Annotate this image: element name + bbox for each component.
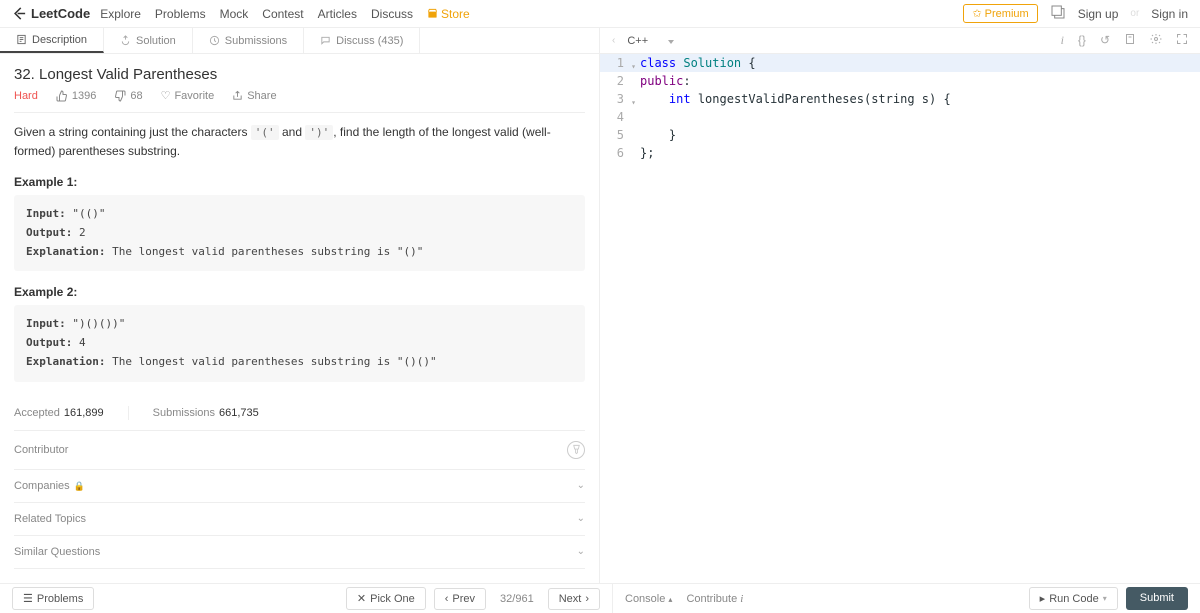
chevron-down-icon: ⌄ (577, 546, 585, 557)
problem-title: 32. Longest Valid Parentheses (14, 66, 585, 83)
problem-description: Given a string containing just the chara… (14, 123, 585, 161)
play-icon: ▸ (1040, 592, 1046, 605)
submit-button[interactable]: Submit (1126, 587, 1188, 610)
tab-bar: Description Solution Submissions Discuss… (0, 28, 1200, 54)
nav-problems[interactable]: Problems (155, 7, 206, 21)
share-button[interactable]: Share (232, 90, 276, 102)
chevron-down-icon: ▾ (1103, 594, 1107, 603)
nav-right: ✩ Premium Sign up or Sign in (963, 4, 1188, 23)
companies-row[interactable]: Companies🔒 ⌄ (14, 470, 585, 503)
problem-meta: Hard 1396 68 ♡ Favorite Share (14, 89, 585, 113)
editor-icons: i {} ↺ (1061, 33, 1200, 48)
code-char1: '(' (251, 125, 279, 140)
nav-mock[interactable]: Mock (220, 7, 249, 21)
chevron-left-icon: ‹ (445, 593, 449, 605)
example1-block: Input: "(()" Output: 2 Explanation: The … (14, 195, 585, 271)
lock-icon: 🔒 (74, 481, 85, 491)
similar-questions-row[interactable]: Similar Questions ⌄ (14, 536, 585, 569)
signup-link[interactable]: Sign up (1078, 7, 1119, 21)
heart-icon: ♡ (161, 89, 171, 102)
tab-solution[interactable]: Solution (104, 28, 193, 53)
example2-label: Example 2: (14, 285, 585, 299)
nav-explore[interactable]: Explore (100, 7, 141, 21)
chevron-down-icon: ⌄ (577, 513, 585, 524)
brand-text: LeetCode (31, 6, 90, 21)
difficulty-badge: Hard (14, 90, 38, 102)
problems-button[interactable]: ☰ Problems (12, 587, 94, 610)
submissions-count: 661,735 (219, 407, 259, 419)
separator: or (1130, 8, 1139, 19)
playground-icon[interactable] (1050, 4, 1066, 23)
nav-store[interactable]: Store (427, 7, 470, 21)
code-editor[interactable]: 1▾class Solution { 2public: 3▾ int longe… (600, 54, 1200, 162)
chevron-left-icon[interactable]: ‹ (612, 35, 615, 46)
logo[interactable]: LeetCode (12, 6, 90, 21)
nav-contest[interactable]: Contest (262, 7, 303, 21)
problem-pane: 32. Longest Valid Parentheses Hard 1396 … (0, 54, 600, 583)
fullscreen-icon[interactable] (1176, 33, 1188, 48)
editor-toolbar: ‹ C++ i {} ↺ (600, 33, 1200, 49)
console-toggle[interactable]: Console ▴ (625, 593, 672, 605)
nav-articles[interactable]: Articles (318, 7, 357, 21)
like-button[interactable]: 1396 (56, 90, 96, 102)
problem-tabs: Description Solution Submissions Discuss… (0, 28, 600, 53)
brackets-icon[interactable]: {} (1078, 33, 1086, 48)
footer-bar: ☰ Problems ✕ Pick One ‹ Prev 32/961 Next… (0, 583, 1200, 613)
nav-links: Explore Problems Mock Contest Articles D… (100, 7, 469, 21)
list-icon: ☰ (23, 592, 33, 605)
tab-discuss[interactable]: Discuss (435) (304, 28, 420, 53)
shuffle-icon: ✕ (357, 592, 366, 605)
undo-icon[interactable]: ↺ (1100, 33, 1110, 48)
star-icon: ✩ (972, 7, 981, 20)
tab-submissions[interactable]: Submissions (193, 28, 304, 53)
settings-icon[interactable] (1150, 33, 1162, 48)
info-icon[interactable]: i (1061, 33, 1064, 48)
chevron-down-icon: ⌄ (577, 480, 585, 491)
footer-right: Console ▴ Contribute i ▸ Run Code ▾ Subm… (612, 584, 1188, 613)
next-button[interactable]: Next › (548, 588, 600, 610)
divider (128, 406, 129, 420)
tab-description[interactable]: Description (0, 28, 104, 53)
favorite-button[interactable]: ♡ Favorite (161, 89, 215, 102)
related-topics-row[interactable]: Related Topics ⌄ (14, 503, 585, 536)
stats-row: Accepted 161,899 Submissions 661,735 (14, 396, 585, 431)
contributor-icon (567, 441, 585, 459)
page-indicator: 32/961 (494, 593, 540, 605)
chevron-right-icon: › (585, 593, 589, 605)
run-code-button[interactable]: ▸ Run Code ▾ (1029, 587, 1118, 610)
accepted-label: Accepted (14, 407, 60, 419)
signin-link[interactable]: Sign in (1151, 7, 1188, 21)
dislike-button[interactable]: 68 (114, 90, 142, 102)
example2-block: Input: ")()())" Output: 4 Explanation: T… (14, 305, 585, 381)
nav-discuss[interactable]: Discuss (371, 7, 413, 21)
language-selector[interactable]: C++ (621, 33, 678, 49)
example1-label: Example 1: (14, 175, 585, 189)
code-editor-pane[interactable]: 1▾class Solution { 2public: 3▾ int longe… (600, 54, 1200, 583)
accepted-count: 161,899 (64, 407, 104, 419)
contribute-link[interactable]: Contribute i (686, 593, 743, 605)
code-char2: ')' (305, 125, 333, 140)
footer-nav: ✕ Pick One ‹ Prev 32/961 Next › (346, 587, 600, 610)
main-content: 32. Longest Valid Parentheses Hard 1396 … (0, 54, 1200, 583)
footer-left: ☰ Problems ✕ Pick One ‹ Prev 32/961 Next… (12, 587, 612, 610)
prev-button[interactable]: ‹ Prev (434, 588, 486, 610)
premium-button[interactable]: ✩ Premium (963, 4, 1037, 23)
contributor-row[interactable]: Contributor (14, 431, 585, 470)
top-navbar: LeetCode Explore Problems Mock Contest A… (0, 0, 1200, 28)
notes-icon[interactable] (1124, 33, 1136, 48)
pick-one-button[interactable]: ✕ Pick One (346, 587, 426, 610)
submissions-label: Submissions (153, 407, 215, 419)
